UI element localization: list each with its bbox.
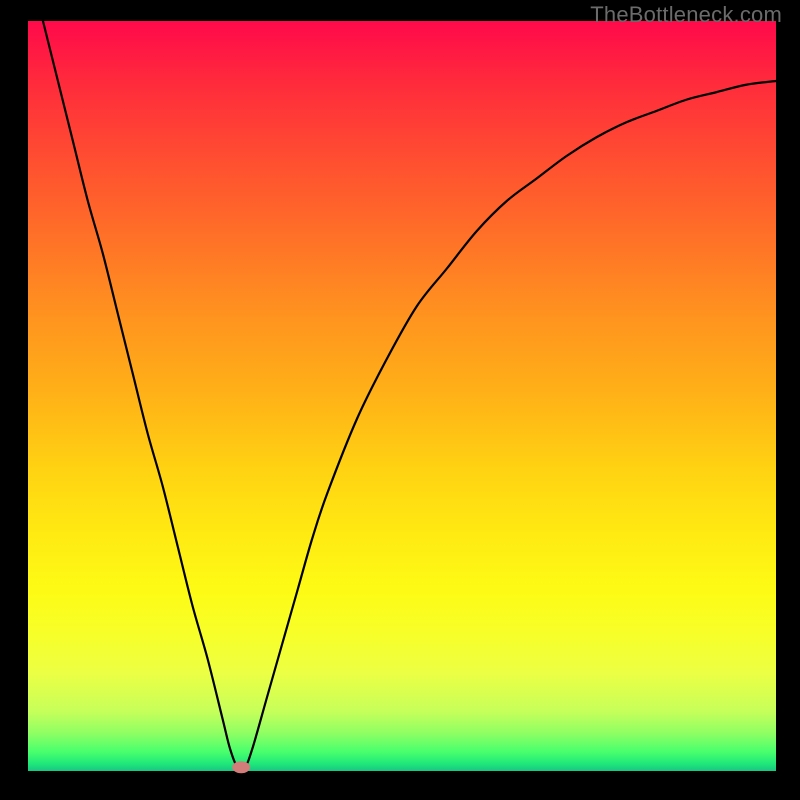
bottleneck-curve — [43, 21, 776, 770]
watermark-text: TheBottleneck.com — [590, 2, 782, 28]
chart-frame: TheBottleneck.com — [0, 0, 800, 800]
chart-svg — [28, 21, 776, 771]
minimum-marker — [232, 761, 250, 773]
